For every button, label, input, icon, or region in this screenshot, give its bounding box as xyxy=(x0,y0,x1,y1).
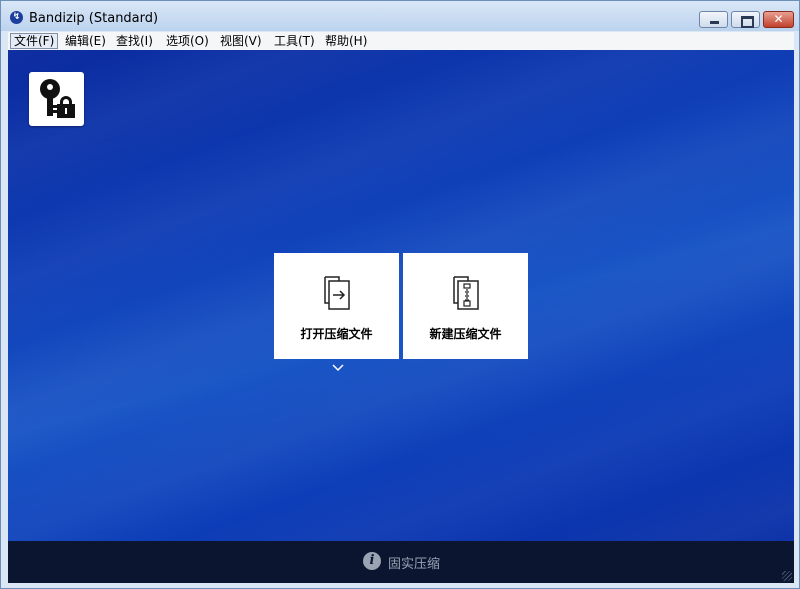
menu-find[interactable]: 查找(I) xyxy=(113,33,156,49)
menu-view[interactable]: 视图(V) xyxy=(217,33,265,49)
new-archive-button[interactable]: 新建压缩文件 xyxy=(403,253,528,359)
status-bar: i 固实压缩 xyxy=(8,541,794,583)
resize-grip[interactable] xyxy=(782,571,792,581)
window-title: Bandizip (Standard) xyxy=(29,11,159,26)
main-content-area: 打开压缩文件 新建压缩文件 xyxy=(8,50,794,541)
menu-help[interactable]: 帮助(H) xyxy=(322,33,370,49)
minimize-button[interactable] xyxy=(699,11,728,28)
info-icon[interactable]: i xyxy=(363,552,381,570)
bandizip-app-icon[interactable]: ↯ xyxy=(10,11,23,24)
title-bar[interactable]: ↯ Bandizip (Standard) ✕ xyxy=(1,1,799,31)
menu-tools[interactable]: 工具(T) xyxy=(271,33,318,49)
minimize-icon xyxy=(700,12,727,27)
menu-file[interactable]: 文件(F) xyxy=(10,33,59,49)
menu-bar: 文件(F) 编辑(E) 查找(I) 选项(O) 视图(V) 工具(T) 帮助(H… xyxy=(8,32,794,51)
new-archive-label: 新建压缩文件 xyxy=(429,327,502,341)
open-archive-button[interactable]: 打开压缩文件 xyxy=(274,253,399,359)
new-archive-icon xyxy=(453,276,479,310)
open-archive-icon xyxy=(324,276,350,310)
password-manager-button[interactable] xyxy=(29,72,84,126)
menu-options[interactable]: 选项(O) xyxy=(163,33,212,49)
close-icon: ✕ xyxy=(773,12,784,26)
open-archive-label: 打开压缩文件 xyxy=(300,327,373,341)
status-text[interactable]: 固实压缩 xyxy=(388,553,440,572)
menu-edit[interactable]: 编辑(E) xyxy=(62,33,109,49)
app-window: ↯ Bandizip (Standard) ✕ 文件(F) 编辑(E) 查找(I… xyxy=(0,0,800,589)
chevron-down-icon[interactable] xyxy=(330,363,346,373)
maximize-button[interactable] xyxy=(731,11,760,28)
maximize-icon xyxy=(732,12,759,28)
close-button[interactable]: ✕ xyxy=(763,11,794,28)
key-lock-icon xyxy=(40,79,75,118)
